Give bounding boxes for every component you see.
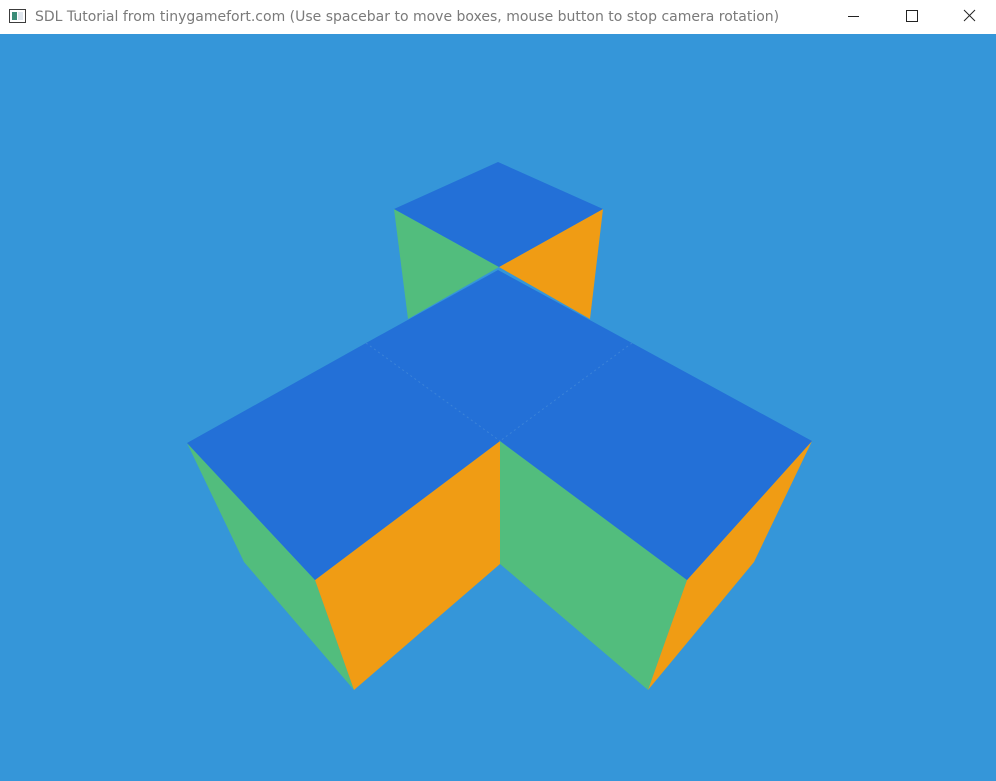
window-title: SDL Tutorial from tinygamefort.com (Use … [35, 9, 780, 25]
maximize-button[interactable] [888, 0, 934, 34]
close-icon [963, 9, 976, 22]
3d-scene [187, 162, 812, 690]
title-bar[interactable]: SDL Tutorial from tinygamefort.com (Use … [0, 0, 996, 34]
minimize-button[interactable] [830, 0, 876, 34]
app-window-icon [9, 9, 26, 23]
sdl-window: SDL Tutorial from tinygamefort.com (Use … [0, 0, 996, 781]
close-button[interactable] [946, 0, 992, 34]
render-viewport[interactable] [0, 34, 996, 781]
minimize-icon [848, 16, 859, 17]
maximize-icon [906, 10, 918, 22]
